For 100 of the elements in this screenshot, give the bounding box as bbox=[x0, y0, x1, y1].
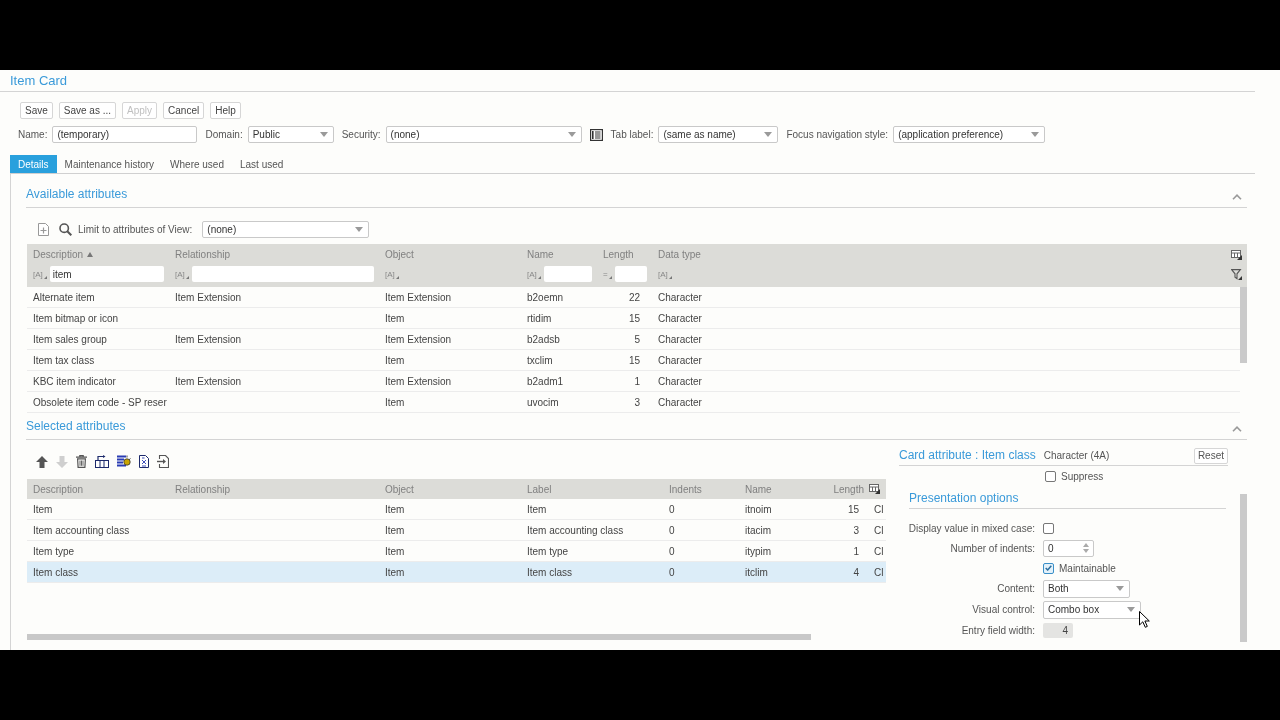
table-cell-text: 4 bbox=[853, 565, 860, 579]
chevron-up-icon[interactable] bbox=[1232, 194, 1242, 200]
caret-icon bbox=[319, 132, 328, 137]
list-icon[interactable] bbox=[589, 128, 603, 141]
table-cell-text: txclim bbox=[526, 353, 553, 367]
table-cell-text: Item bitmap or icon bbox=[32, 311, 119, 325]
table-cell-text: 3 bbox=[634, 395, 641, 409]
table-cell-text: 15 bbox=[847, 502, 860, 516]
table-cell-text: Item bbox=[384, 523, 405, 537]
scrollbar[interactable] bbox=[27, 634, 811, 640]
table-cell-text: 0 bbox=[668, 544, 675, 558]
table-cell-text: Character bbox=[657, 290, 702, 304]
table-cell-text: Item accounting class bbox=[526, 523, 624, 537]
table-cell-text: itacim bbox=[744, 523, 772, 537]
toolbar-button[interactable]: Help bbox=[210, 102, 241, 119]
table-cell-text: Item Extension bbox=[384, 332, 452, 346]
section-title: Available attributes bbox=[26, 187, 128, 201]
dropdown[interactable]: (same as name) bbox=[658, 126, 779, 143]
field-label: Entry field width: bbox=[961, 623, 1035, 637]
table-cell-text: Character bbox=[657, 332, 702, 346]
import-icon[interactable] bbox=[157, 455, 169, 468]
table-cell-text: 3 bbox=[853, 523, 860, 537]
tab[interactable]: Maintenance history bbox=[56, 155, 163, 173]
table-row[interactable]: Item accounting class Item Item accounting class 0 itacim 3 Cl bbox=[27, 520, 886, 541]
field-label: Limit to attributes of View: bbox=[78, 222, 193, 236]
spin-arrows-icon[interactable] bbox=[1083, 543, 1089, 553]
toolbar-button[interactable]: Save as ... bbox=[58, 102, 117, 119]
table-settings-icon[interactable] bbox=[869, 484, 880, 494]
insert-column-icon[interactable] bbox=[95, 455, 109, 468]
table-cell-text: Item Extension bbox=[174, 332, 242, 346]
table-cell-text: 1 bbox=[634, 374, 641, 388]
striped-star-icon[interactable] bbox=[117, 455, 131, 468]
caret-icon bbox=[1127, 607, 1135, 612]
field-label: Display value in mixed case: bbox=[908, 521, 1035, 535]
table-cell-text: b2oemn bbox=[526, 290, 564, 304]
filter-field[interactable] bbox=[543, 266, 592, 282]
filter-icon[interactable] bbox=[1230, 268, 1242, 280]
table-cell-text: Item Extension bbox=[174, 374, 242, 388]
scrollbar[interactable] bbox=[1240, 287, 1247, 363]
reset-button[interactable]: Reset bbox=[1193, 448, 1228, 464]
field-label: Content: bbox=[997, 582, 1035, 595]
table-settings-icon[interactable] bbox=[1230, 249, 1242, 260]
trash-icon[interactable] bbox=[76, 455, 87, 468]
tab[interactable]: Where used bbox=[162, 155, 232, 173]
table-cell-text: Cl bbox=[873, 544, 884, 558]
sort-ascending-icon bbox=[87, 252, 94, 257]
table-row[interactable]: Item Item Item 0 itnoim 15 Cl bbox=[27, 499, 886, 520]
table-cell-text: KBC item indicator bbox=[32, 374, 116, 388]
text-field[interactable]: (temporary) bbox=[52, 126, 198, 143]
readonly-field: 4 bbox=[1043, 622, 1073, 638]
dropdown[interactable]: (none) bbox=[385, 126, 582, 143]
table-cell-text: Cl bbox=[873, 565, 884, 579]
toolbar-button[interactable]: Cancel bbox=[163, 102, 205, 119]
field-label: Tab label: bbox=[610, 128, 654, 141]
add-document-icon[interactable] bbox=[38, 222, 49, 236]
table-cell-text: rtidim bbox=[526, 311, 552, 325]
chevron-up-icon[interactable] bbox=[1232, 426, 1242, 432]
checkbox[interactable] bbox=[1043, 562, 1054, 574]
caret-icon bbox=[185, 275, 189, 279]
field-label: Visual control: bbox=[972, 603, 1035, 616]
table-row[interactable]: Item class Item Item class 0 itclim 4 Cl bbox=[27, 562, 886, 583]
table-cell-text: Character bbox=[657, 353, 702, 367]
table-cell-text: Item type bbox=[32, 544, 75, 558]
table-cell-text: Item tax class bbox=[32, 353, 95, 367]
dropdown[interactable]: Both bbox=[1043, 579, 1130, 598]
field-label: Focus navigation style: bbox=[786, 128, 889, 141]
checkbox[interactable] bbox=[1045, 470, 1056, 482]
tab[interactable]: Last used bbox=[232, 155, 292, 173]
checkbox[interactable] bbox=[1043, 522, 1054, 534]
section-title: Presentation options bbox=[909, 491, 1019, 505]
dropdown[interactable]: Combo box bbox=[1043, 600, 1141, 619]
caret-icon bbox=[43, 275, 47, 279]
dropdown[interactable]: (application preference) bbox=[893, 126, 1046, 143]
filter-field[interactable] bbox=[614, 266, 647, 282]
field-label: Security: bbox=[341, 128, 381, 141]
dropdown[interactable]: (none) bbox=[202, 220, 370, 238]
toolbar-button[interactable]: Save bbox=[20, 102, 53, 119]
table-cell-text: itnoim bbox=[744, 502, 772, 516]
table-cell-text: Cl bbox=[873, 502, 884, 516]
data-type-label: Character (4A) bbox=[1043, 449, 1110, 463]
document-icon[interactable] bbox=[139, 455, 149, 468]
checkbox-label: Suppress bbox=[1061, 469, 1104, 483]
table-cell-text: Item Extension bbox=[384, 290, 452, 304]
number-field[interactable]: 0 bbox=[1043, 539, 1094, 557]
filter-field[interactable] bbox=[191, 266, 374, 282]
window-title: Item Card bbox=[10, 72, 68, 89]
search-icon[interactable] bbox=[59, 222, 72, 236]
caret-icon bbox=[608, 275, 612, 279]
filter-field[interactable]: item bbox=[49, 266, 164, 282]
arrow-up-icon[interactable] bbox=[36, 455, 48, 468]
dropdown[interactable]: Public bbox=[247, 126, 334, 143]
table-cell-text: 0 bbox=[668, 565, 675, 579]
table-cell-text: itclim bbox=[744, 565, 768, 579]
caret-icon bbox=[395, 275, 399, 279]
field-label: Domain: bbox=[205, 128, 243, 141]
table-cell-text: Item bbox=[384, 544, 405, 558]
table-cell-text: Obsolete item code - SP reser bbox=[32, 395, 167, 409]
table-cell-text: Character bbox=[657, 311, 702, 325]
scrollbar[interactable] bbox=[1240, 494, 1247, 642]
table-cell-text: b2adm1 bbox=[526, 374, 564, 388]
